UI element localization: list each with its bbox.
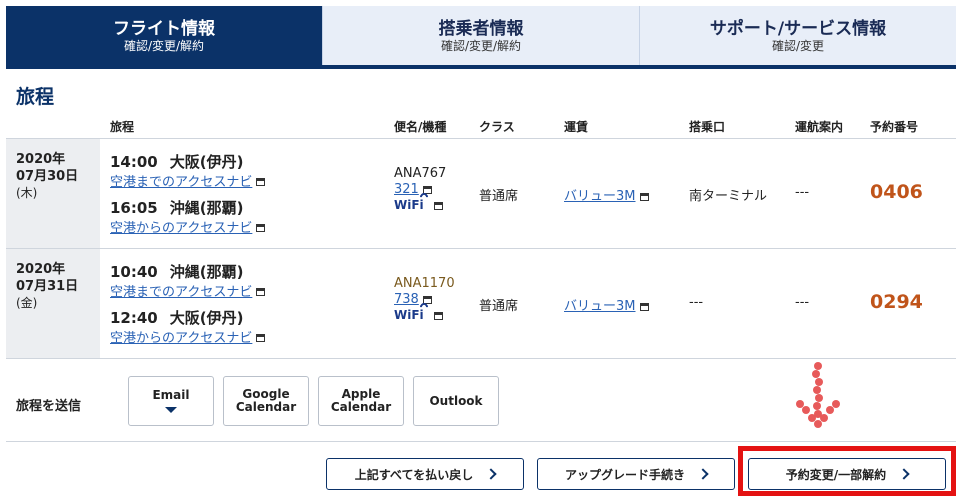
new-window-icon [256,287,266,296]
apple-label-2: Calendar [330,400,392,414]
email-label: Email [152,388,190,402]
header-itinerary: 旅程 [110,120,135,134]
section-title: 旅程 [16,86,55,108]
new-window-icon [256,223,266,232]
arrow-down-icon [796,362,840,428]
status-value: --- [795,185,810,200]
date-weekday: (金) [16,296,38,310]
header-fare: 運賃 [564,120,589,134]
gate-value: 南ターミナル [689,189,768,204]
header-resno: 予約番号 [870,120,919,134]
departure-airport: 沖縄(那覇) [169,263,244,281]
upgrade-button[interactable]: アップグレード手続き [537,458,735,490]
table-row: 2020年 07月31日 (金) 10:40 沖縄(那覇) 空港までのアクセスナビ… [6,249,956,359]
header-status: 運航案内 [795,120,844,134]
header-class: クラス [479,120,515,134]
date-year: 2020年 [16,262,66,277]
reservation-number: 0406 [870,181,923,203]
tab-title: 搭乗者情報 [438,18,524,39]
email-button[interactable]: Email [128,376,214,426]
chevron-right-icon [485,468,497,480]
new-window-icon [433,311,443,320]
tab-title: フライト情報 [113,18,215,39]
arrival-airport: 沖縄(那覇) [169,199,244,217]
outlook-label: Outlook [429,393,483,408]
arrival-time: 12:40 [110,309,158,327]
class-value: 普通席 [479,299,519,314]
refund-label: 上記すべてを払い戻し [354,467,474,482]
chevron-right-icon [697,468,709,480]
date-day: 07月30日 [16,169,79,184]
flight-cell: ANA767 321 WiFi [394,165,446,213]
departure-airport: 大阪(伊丹) [169,153,244,171]
wifi-label: WiFi [394,308,424,322]
new-window-icon [256,333,266,342]
gate-value: --- [689,295,704,310]
table-row: 2020年 07月30日 (木) 14:00 大阪(伊丹) 空港までのアクセスナビ… [6,139,956,249]
class-value: 普通席 [479,189,519,204]
airport-access-link[interactable]: 空港からのアクセスナビ [110,221,252,236]
departure-time: 14:00 [110,153,158,171]
arrival-time: 16:05 [110,199,158,217]
arrival-airport: 大阪(伊丹) [169,309,244,327]
apple-calendar-button[interactable]: Apple Calendar [318,376,404,426]
tab-support-info[interactable]: サポート/サービス情報 確認/変更 [640,6,956,66]
header-gate: 搭乗口 [689,120,726,134]
airport-access-link[interactable]: 空港までのアクセスナビ [110,175,252,190]
flight-cell: ANA1170 738 WiFi [394,275,455,323]
new-window-icon [639,192,649,201]
main-tabs: フライト情報 確認/変更/解約 搭乗者情報 確認/変更/解約 サポート/サービス… [6,6,956,66]
airport-access-link[interactable]: 空港からのアクセスナビ [110,331,252,346]
fare-link[interactable]: バリュー3M [564,189,636,204]
aircraft-link[interactable]: 738 [394,292,419,307]
date-cell: 2020年 07月30日 (木) [6,139,100,248]
upgrade-label: アップグレード手続き [564,467,685,482]
new-window-icon [256,177,266,186]
wifi-badge[interactable]: WiFi [394,191,446,213]
itinerary-table: 旅程 便名/機種 クラス 運賃 搭乗口 運航案内 予約番号 2020年 07月3… [6,112,956,359]
share-label: 旅程を送信 [16,399,82,414]
flight-number: ANA767 [394,166,447,181]
departure-leg: 14:00 大阪(伊丹) 空港までのアクセスナビ [110,153,266,190]
outlook-button[interactable]: Outlook [413,376,499,426]
date-weekday: (木) [16,186,38,200]
status-value: --- [795,295,810,310]
refund-all-button[interactable]: 上記すべてを払い戻し [326,458,524,490]
caret-down-icon [165,407,177,413]
arrival-leg: 16:05 沖縄(那覇) 空港からのアクセスナビ [110,199,266,236]
airport-access-link[interactable]: 空港までのアクセスナビ [110,285,252,300]
google-calendar-button[interactable]: Google Calendar [223,376,309,426]
fare-cell: バリュー3M [564,295,649,314]
tab-flight-info[interactable]: フライト情報 確認/変更/解約 [6,6,323,66]
date-year: 2020年 [16,152,66,167]
tab-subtitle: 確認/変更 [771,38,825,53]
google-label-2: Calendar [235,400,297,414]
tab-passenger-info[interactable]: 搭乗者情報 確認/変更/解約 [323,6,640,66]
new-window-icon [639,302,649,311]
fare-cell: バリュー3M [564,185,649,204]
divider [6,441,956,442]
highlight-box [738,446,956,496]
table-header: 旅程 便名/機種 クラス 運賃 搭乗口 運航案内 予約番号 [6,112,956,139]
departure-time: 10:40 [110,263,158,281]
tab-subtitle: 確認/変更/解約 [123,38,205,53]
tab-underline [6,65,956,69]
departure-leg: 10:40 沖縄(那覇) 空港までのアクセスナビ [110,263,266,300]
new-window-icon [433,201,443,210]
wifi-label: WiFi [394,198,424,212]
reservation-number: 0294 [870,291,923,313]
tab-subtitle: 確認/変更/解約 [440,38,522,53]
aircraft-link[interactable]: 321 [394,182,419,197]
date-day: 07月31日 [16,279,79,294]
tab-title: サポート/サービス情報 [709,18,887,39]
arrival-leg: 12:40 大阪(伊丹) 空港からのアクセスナビ [110,309,266,346]
fare-link[interactable]: バリュー3M [564,299,636,314]
flight-number: ANA1170 [394,276,455,291]
header-flight: 便名/機種 [394,120,447,134]
wifi-badge[interactable]: WiFi [394,301,455,323]
date-cell: 2020年 07月31日 (金) [6,249,100,358]
